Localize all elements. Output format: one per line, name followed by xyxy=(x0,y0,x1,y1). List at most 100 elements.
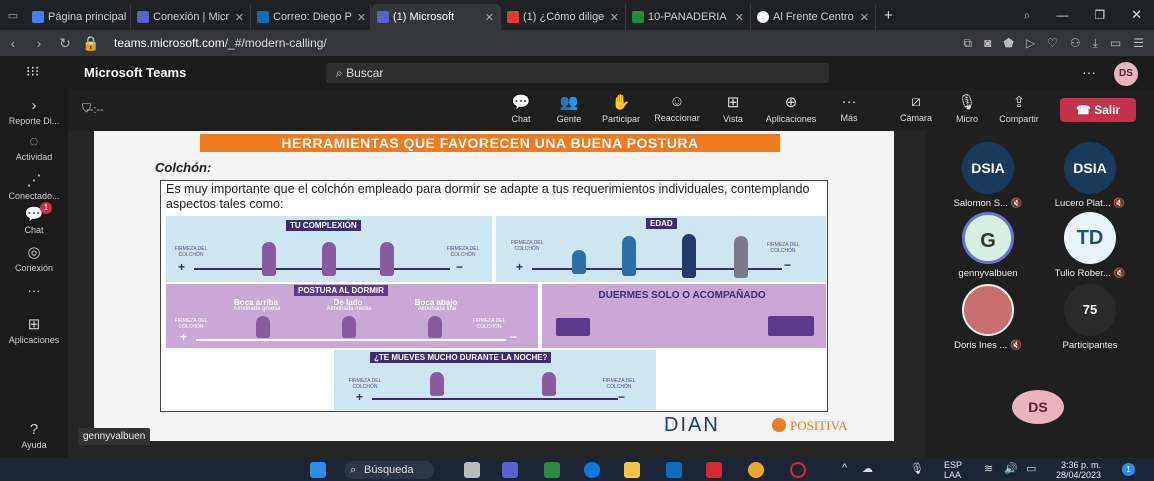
view-button[interactable]: ⊞ Vista xyxy=(718,93,748,124)
chrome-icon[interactable] xyxy=(748,462,764,478)
chat-button[interactable]: 💬 Chat xyxy=(506,93,536,124)
tab-5[interactable]: 10-PANADERIA ✕ xyxy=(626,4,751,30)
rail-label: Conexión xyxy=(14,263,54,273)
close-icon[interactable]: ✕ xyxy=(352,11,366,24)
shield-icon[interactable]: ⬟ xyxy=(1003,36,1013,51)
outlook-icon xyxy=(257,11,269,23)
favorite-icon[interactable]: ♡ xyxy=(1047,36,1058,51)
posture-sub: Almohada media xyxy=(326,306,372,312)
site-info-icon[interactable]: 🔒 xyxy=(78,35,104,52)
camera-button[interactable]: ⧄ Cámara xyxy=(896,93,936,123)
rail-item-ayuda[interactable]: ? Ayuda xyxy=(0,421,68,450)
task-view-icon[interactable] xyxy=(464,462,480,478)
close-icon[interactable]: ✕ xyxy=(605,11,619,24)
taskbar-search[interactable]: ⌕ Búsqueda xyxy=(344,461,434,479)
close-icon[interactable]: ✕ xyxy=(730,11,744,24)
wifi-icon[interactable]: ≋ xyxy=(984,462,993,475)
compass-icon: ◎ xyxy=(27,244,41,261)
participants-count-tile[interactable]: 75 Participantes xyxy=(1040,280,1140,351)
search-input[interactable]: ⌕ Buscar xyxy=(326,63,829,83)
tab-3[interactable]: (1) Microsoft ✕ xyxy=(371,4,501,30)
search-placeholder: Buscar xyxy=(346,66,384,80)
rail-item-actividad[interactable]: ◌ Actividad xyxy=(0,133,68,162)
teams-chat-icon[interactable] xyxy=(502,462,518,478)
slide-banner: HERRAMIENTAS QUE FAVORECEN UNA BUENA POS… xyxy=(200,134,780,152)
left-rail: › Reporte Di... ◌ Actividad ⋰ Conectado... … xyxy=(0,89,68,458)
leave-button[interactable]: ☎ Salir xyxy=(1060,98,1136,122)
download-icon[interactable]: ⤓ xyxy=(1093,36,1098,51)
rail-item-aplicaciones[interactable]: ⊞ Aplicaciones xyxy=(0,315,68,345)
camera-icon[interactable]: ◙ xyxy=(984,36,991,51)
avatar: DSIA xyxy=(1064,142,1116,194)
raise-hand-button[interactable]: ✋ Participar xyxy=(598,93,644,124)
tab-1[interactable]: Conexión | Micr ✕ xyxy=(131,4,251,30)
clock[interactable]: 3:36 p. m. 28/04/2023 xyxy=(1056,460,1101,480)
forward-icon[interactable]: › xyxy=(26,35,52,51)
tab-4[interactable]: (1) ¿Cómo dilige ✕ xyxy=(501,4,626,30)
language-indicator[interactable]: ESP LAA xyxy=(944,460,962,480)
people-button[interactable]: 👥 Gente xyxy=(552,93,586,124)
participant-tile[interactable]: G gennyvalbuen xyxy=(938,208,1038,279)
participant-tile[interactable]: Doris Ines ... 🔇 xyxy=(938,280,1038,351)
excel-icon xyxy=(632,11,644,23)
app-available-icon[interactable]: ⧉ xyxy=(964,36,973,51)
search-tabs-icon[interactable]: ⌕ xyxy=(1024,8,1031,23)
notification-badge[interactable]: 1 xyxy=(1122,463,1135,476)
close-icon[interactable]: ✕ xyxy=(230,11,244,24)
dian-logo: DIAN xyxy=(664,414,720,436)
close-window-icon[interactable]: ✕ xyxy=(1131,7,1142,23)
more-options-button[interactable]: ··· xyxy=(1082,64,1096,80)
cloud-icon[interactable]: ☁ xyxy=(862,462,873,475)
rail-item-reporte[interactable]: › Reporte Di... xyxy=(0,97,68,126)
battery-icon[interactable]: ▭ xyxy=(1110,36,1121,51)
tab-6[interactable]: Al Frente Centro ✕ xyxy=(751,4,876,30)
rail-item-conectado[interactable]: ⋰ Conectado... xyxy=(0,171,68,201)
mail-icon[interactable] xyxy=(666,462,682,478)
chat-badge: 1 xyxy=(40,202,52,214)
participant-tile[interactable]: DSIA Salomon S... 🔇 xyxy=(938,138,1038,209)
app-title: Microsoft Teams xyxy=(84,65,187,80)
refresh-icon[interactable]: ↻ xyxy=(52,35,78,52)
mic-button[interactable]: 🎙 Micro xyxy=(952,93,982,124)
rail-item-chat[interactable]: 💬 Chat 1 xyxy=(0,202,68,235)
tab-0[interactable]: Página principal✕ xyxy=(26,4,131,30)
tab-2[interactable]: Correo: Diego P ✕ xyxy=(251,4,371,30)
mcafee-icon[interactable] xyxy=(706,462,722,478)
back-icon[interactable]: ‹ xyxy=(0,35,26,51)
child-figure xyxy=(572,250,586,274)
play-icon[interactable]: ▷ xyxy=(1026,36,1035,51)
menu-icon[interactable]: ☰ xyxy=(1133,36,1144,51)
avatar[interactable]: DS xyxy=(1114,62,1138,86)
opera-icon[interactable] xyxy=(790,462,806,478)
maximize-icon[interactable]: ❐ xyxy=(1094,8,1105,22)
file-explorer-icon[interactable] xyxy=(624,462,640,478)
battery-icon[interactable]: ▭ xyxy=(1026,462,1036,475)
camera-off-icon: ⧄ xyxy=(911,93,921,110)
close-icon[interactable]: ✕ xyxy=(855,11,869,24)
app-launcher-icon[interactable]: ⁝⁝⁝ xyxy=(26,63,39,80)
url-field[interactable]: teams.microsoft.com/_#/modern-calling/ xyxy=(114,36,327,50)
participant-tile[interactable]: DSIA Lucero Plat... 🔇 xyxy=(1040,138,1140,209)
participant-tile[interactable]: TD Tulio Rober... 🔇 xyxy=(1040,208,1140,279)
tab-actions-icon[interactable]: ▭ xyxy=(0,9,26,22)
sleeping-figure xyxy=(428,316,442,338)
windows-start-icon[interactable] xyxy=(310,462,326,478)
profile-icon[interactable]: ⚇ xyxy=(1070,36,1081,51)
volume-icon[interactable]: 🔊 xyxy=(1004,462,1018,475)
tab-label: (1) ¿Cómo dilige xyxy=(523,11,605,23)
react-button[interactable]: ☺ Reaccionar xyxy=(650,93,704,123)
tray-chevron-icon[interactable]: ^ xyxy=(842,462,847,474)
minimize-icon[interactable]: — xyxy=(1056,8,1068,22)
apps-button[interactable]: ⊕ Aplicaciones xyxy=(760,93,822,124)
more-button[interactable]: ··· Más xyxy=(834,93,864,123)
close-icon[interactable]: ✕ xyxy=(480,11,494,24)
new-tab-icon[interactable]: + xyxy=(884,7,893,24)
share-button[interactable]: ⇪ Compartir xyxy=(994,93,1044,124)
rail-item-more[interactable]: ··· xyxy=(0,283,68,298)
posture-sub: Almohada fina xyxy=(417,306,457,312)
restless-sleeper-figure xyxy=(430,372,444,396)
app-icon[interactable] xyxy=(544,462,560,478)
mic-icon[interactable]: 🎙 xyxy=(910,462,924,475)
edge-icon[interactable] xyxy=(584,462,600,478)
rail-item-conexion[interactable]: ◎ Conexión xyxy=(0,243,68,273)
